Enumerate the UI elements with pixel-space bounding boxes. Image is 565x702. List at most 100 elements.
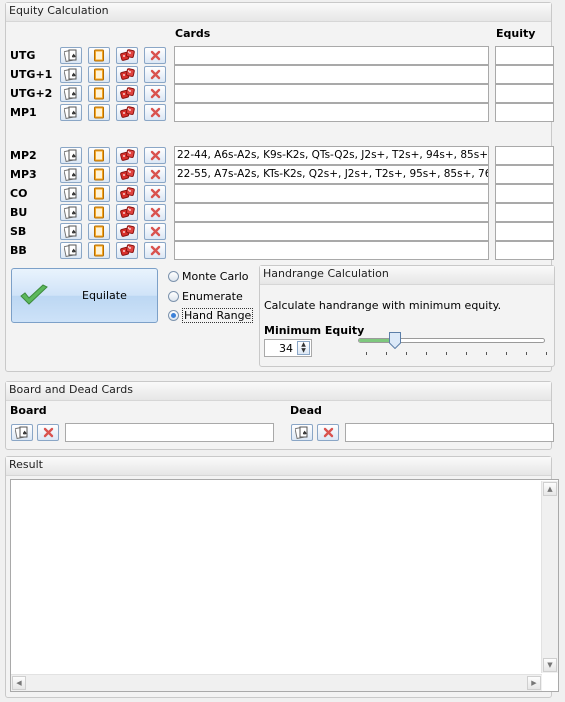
board-input[interactable] [65,423,274,442]
co-range-button[interactable] [88,185,110,202]
mp1-range-button[interactable] [88,104,110,121]
min-equity-value: 34 [279,342,293,355]
utg-plus-1-clear-button[interactable] [144,66,166,83]
min-equity-spinner[interactable]: 34 ▲ ▼ [264,339,312,357]
close-icon [150,169,160,180]
range-book-icon [94,87,104,100]
mp2-random-button[interactable] [116,147,138,164]
board-pick-cards-button[interactable]: ♠ [11,424,33,441]
sb-range-button[interactable] [88,223,110,240]
svg-text:♠: ♠ [71,91,76,98]
utg-plus-2-pick-cards-button[interactable]: ♠ [60,85,82,102]
utg-plus-1-range-button[interactable] [88,66,110,83]
result-horizontal-scrollbar[interactable]: ◀ ▶ [11,674,542,691]
result-title: Result [6,457,551,476]
scroll-left-icon[interactable]: ◀ [12,676,26,690]
scroll-down-icon[interactable]: ▼ [543,658,557,672]
mp3-random-button[interactable] [116,166,138,183]
mp3-pick-cards-button[interactable]: ♠ [60,166,82,183]
co-random-button[interactable] [116,185,138,202]
svg-text:♠: ♠ [71,172,76,179]
bb-range-button[interactable] [88,242,110,259]
sb-random-button[interactable] [116,223,138,240]
utg-plus-1-pick-cards-button[interactable]: ♠ [60,66,82,83]
bb-random-button[interactable] [116,242,138,259]
mp3-equity-field [495,165,554,184]
radio-hand-range[interactable]: Hand Range [168,307,254,323]
radio-monte-carlo[interactable]: Monte Carlo [168,268,249,284]
bu-equity-field [495,203,554,222]
mp3-clear-button[interactable] [144,166,166,183]
slider-tick [486,352,487,355]
svg-text:♠: ♠ [71,110,76,117]
bu-random-button[interactable] [116,204,138,221]
co-clear-button[interactable] [144,185,166,202]
sb-equity-field [495,222,554,241]
bb-cards-input[interactable] [174,241,489,260]
utg-plus-2-range-button[interactable] [88,85,110,102]
min-equity-slider-track[interactable] [358,338,545,343]
svg-text:♠: ♠ [71,153,76,160]
co-cards-input[interactable] [174,184,489,203]
cards-icon: ♠ [64,244,77,257]
utg-random-button[interactable] [116,47,138,64]
utg-pick-cards-button[interactable]: ♠ [60,47,82,64]
utg-plus-2-cards-input[interactable] [174,84,489,103]
bu-clear-button[interactable] [144,204,166,221]
radio-enumerate[interactable]: Enumerate [168,288,243,304]
svg-text:♠: ♠ [22,430,27,437]
scroll-up-icon[interactable]: ▲ [543,482,557,496]
random-dice-icon [119,49,135,61]
close-icon [150,188,160,199]
random-dice-icon [119,87,135,99]
utg-plus-1-random-button[interactable] [116,66,138,83]
mp1-equity-field [495,103,554,122]
close-icon [150,207,160,218]
utg-plus-2-random-button[interactable] [116,85,138,102]
mp1-pick-cards-button[interactable]: ♠ [60,104,82,121]
utg-range-button[interactable] [88,47,110,64]
mp2-clear-button[interactable] [144,147,166,164]
utg-plus-2-clear-button[interactable] [144,85,166,102]
result-textarea[interactable] [10,479,559,692]
board-clear-button[interactable] [37,424,59,441]
dead-input[interactable] [345,423,554,442]
sb-pick-cards-button[interactable]: ♠ [60,223,82,240]
dead-clear-button[interactable] [317,424,339,441]
bb-clear-button[interactable] [144,242,166,259]
cards-icon: ♠ [15,426,28,439]
result-vertical-scrollbar[interactable]: ▲ ▼ [541,481,558,673]
sb-cards-input[interactable] [174,222,489,241]
co-pick-cards-button[interactable]: ♠ [60,185,82,202]
utg-cards-input[interactable] [174,46,489,65]
mp3-range-button[interactable] [88,166,110,183]
mp2-range-button[interactable] [88,147,110,164]
utg-plus-1-cards-input[interactable] [174,65,489,84]
position-label-mp1: MP1 [10,106,37,119]
utg-clear-button[interactable] [144,47,166,64]
mp2-cards-input[interactable]: 22-44, A6s-A2s, K9s-K2s, QTs-Q2s, J2s+, … [174,146,489,165]
slider-tick [446,352,447,355]
mp3-cards-input[interactable]: 22-55, A7s-A2s, KTs-K2s, Q2s+, J2s+, T2s… [174,165,489,184]
random-dice-icon [119,149,135,161]
radio-monte-carlo-dot [168,270,179,282]
slider-tick [426,352,427,355]
bu-range-button[interactable] [88,204,110,221]
bb-pick-cards-button[interactable]: ♠ [60,242,82,259]
scroll-right-icon[interactable]: ▶ [527,676,541,690]
equilate-button[interactable]: Equilate [11,268,158,323]
sb-clear-button[interactable] [144,223,166,240]
dead-pick-cards-button[interactable]: ♠ [291,424,313,441]
random-dice-icon [119,168,135,180]
spinner-arrows-icon[interactable]: ▲ ▼ [297,341,310,355]
mp1-cards-input[interactable] [174,103,489,122]
random-dice-icon [119,225,135,237]
mp2-pick-cards-button[interactable]: ♠ [60,147,82,164]
bu-pick-cards-button[interactable]: ♠ [60,204,82,221]
equity-calculation-title: Equity Calculation [6,3,551,22]
close-icon [150,69,160,80]
min-equity-slider-thumb[interactable] [388,332,401,350]
mp1-clear-button[interactable] [144,104,166,121]
mp1-random-button[interactable] [116,104,138,121]
bu-cards-input[interactable] [174,203,489,222]
